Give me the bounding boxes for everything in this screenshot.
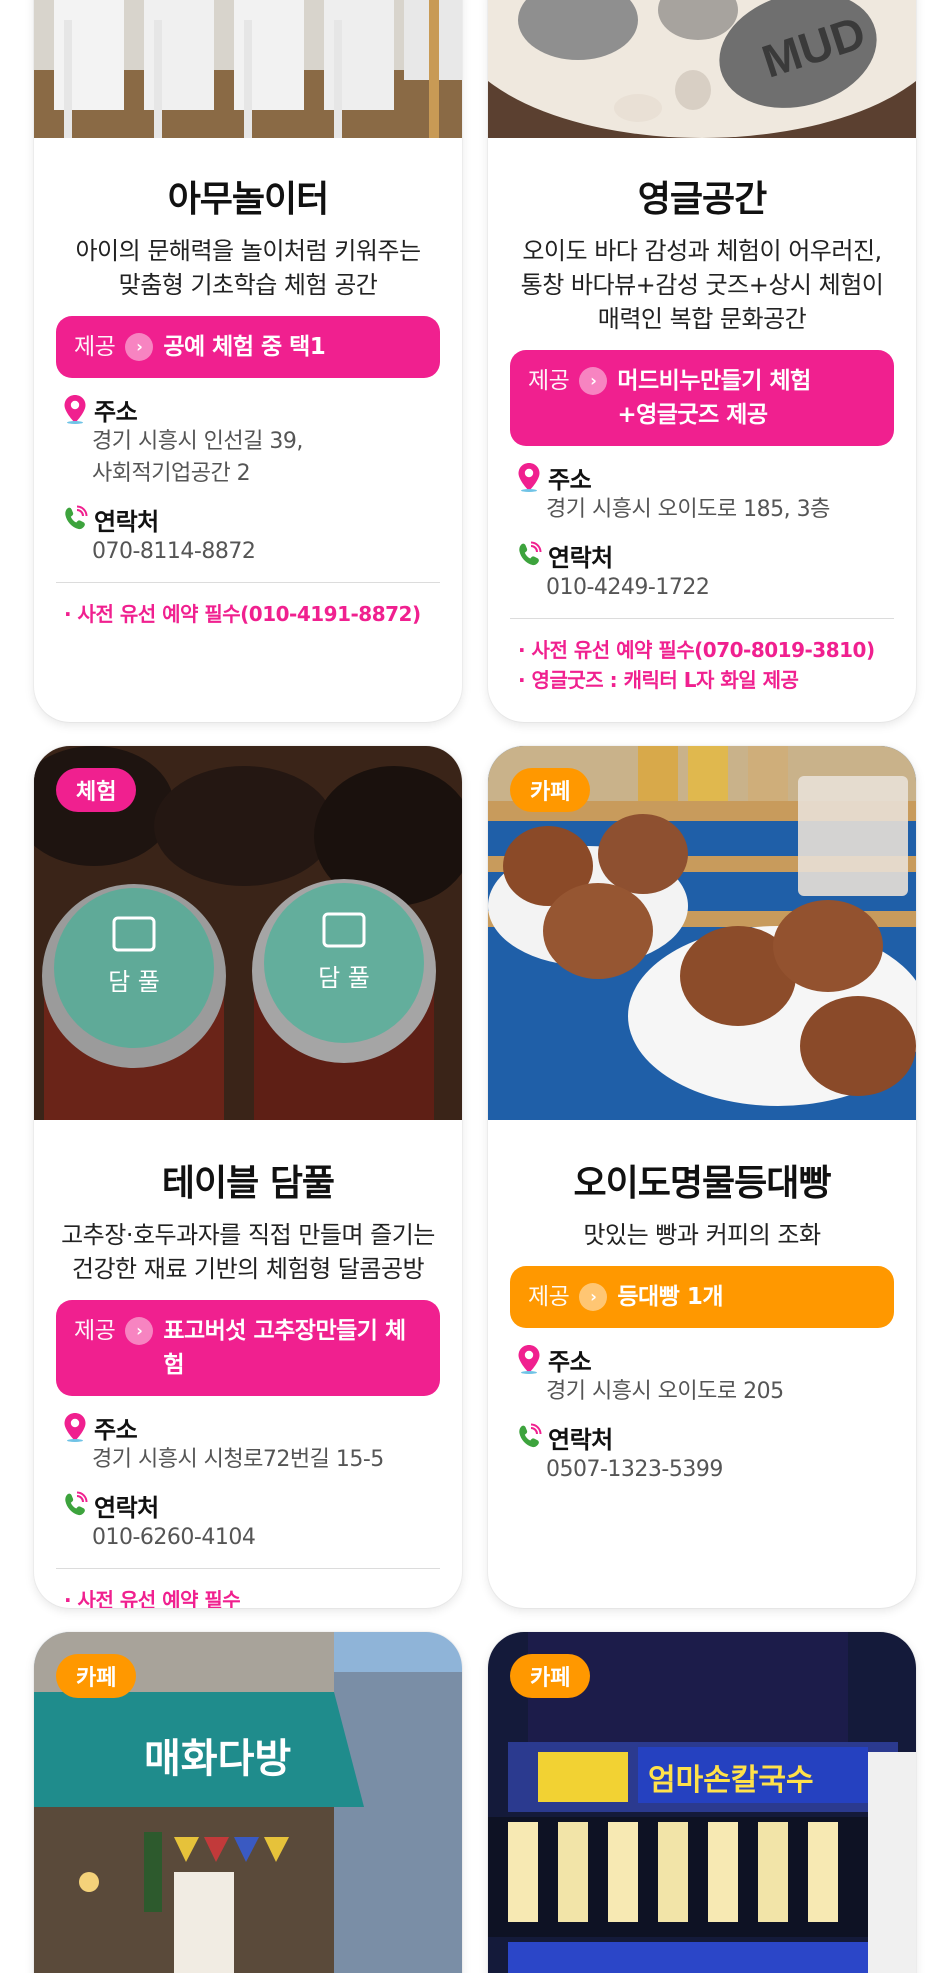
phone-icon bbox=[519, 1423, 542, 1448]
offer-label: 제공 bbox=[74, 334, 116, 360]
notes: · 사전 유선 예약 필수(070-8019-3810) · 영글굿즈 : 캐릭… bbox=[518, 638, 875, 692]
image-caption: 매화다방 bbox=[144, 1736, 291, 1782]
offer-banner: 제공 › 머드비누만들기 체험 +영글굿즈 제공 bbox=[510, 350, 894, 446]
place-description: 맛있는 빵과 커피의 조화 bbox=[583, 1221, 821, 1249]
contact-label: 연락처 bbox=[94, 1493, 159, 1522]
location-pin-icon bbox=[518, 1345, 540, 1374]
place-info: 주소 경기 시흥시 오이도로 205 연락처 0507-1323-5399 bbox=[516, 1342, 888, 1486]
divider bbox=[510, 618, 894, 619]
address-label: 주소 bbox=[548, 1347, 592, 1376]
phone-icon bbox=[65, 505, 88, 530]
address-label: 주소 bbox=[94, 397, 138, 426]
offer-text: 표고버섯 고추장만들기 체험 bbox=[163, 1318, 406, 1378]
place-description: 오이도 바다 감성과 체험이 어우러진, 통창 바다뷰+감성 굿즈+상시 체험이… bbox=[520, 237, 884, 333]
divider bbox=[56, 1568, 440, 1569]
phone-icon bbox=[65, 1491, 88, 1516]
image-caption: 담 풀 bbox=[318, 964, 370, 992]
offer-banner: 제공 › 표고버섯 고추장만들기 체험 bbox=[56, 1300, 440, 1396]
place-info: 주소 경기 시흥시 인선길 39, 사회적기업공간 2 연락처 070-8114… bbox=[62, 392, 434, 568]
place-card-deungdaeppang[interactable]: 카페 오이도명물등대빵 맛있는 빵과 커피의 조화 제공 › 등대빵 1개 주소… bbox=[488, 746, 916, 1608]
place-card-maehwadabang[interactable]: 매화다방 카페 bbox=[34, 1632, 462, 1973]
chevron-right-icon: › bbox=[125, 333, 154, 361]
category-badge: 카페 bbox=[510, 1654, 591, 1698]
place-title: 아무놀이터 bbox=[167, 179, 330, 220]
place-photo bbox=[34, 0, 462, 138]
place-photo: MUD bbox=[488, 0, 916, 138]
offer-banner: 제공 › 등대빵 1개 bbox=[510, 1266, 894, 1328]
location-pin-icon bbox=[518, 463, 540, 492]
address-value: 경기 시흥시 인선길 39, 사회적기업공간 2 bbox=[92, 429, 303, 486]
contact-label: 연락처 bbox=[548, 1425, 613, 1454]
notes: · 사전 유선 예약 필수(010-4191-8872) bbox=[64, 602, 421, 626]
place-card-kalguksu[interactable]: 엄마손칼국수 카페 bbox=[488, 1632, 916, 1973]
contact-value[interactable]: 0507-1323-5399 bbox=[516, 1454, 888, 1486]
offer-label: 제공 bbox=[528, 368, 570, 394]
place-description: 아이의 문해력을 놀이처럼 키워주는 맞춤형 기초학습 체험 공간 bbox=[75, 237, 421, 299]
contact-value[interactable]: 010-4249-1722 bbox=[516, 572, 888, 604]
offer-banner: 제공 › 공예 체험 중 택1 bbox=[56, 316, 440, 378]
offer-label: 제공 bbox=[528, 1284, 570, 1310]
place-title: 오이도명물등대빵 bbox=[573, 1163, 832, 1204]
place-card-yeonggeul[interactable]: MUD 영글공간 오이도 바다 감성과 체험이 어우러진, 통창 바다뷰+감성 … bbox=[488, 0, 916, 722]
location-pin-icon bbox=[64, 1413, 86, 1442]
contact-label: 연락처 bbox=[94, 507, 159, 536]
contact-label: 연락처 bbox=[548, 543, 613, 572]
category-badge: 카페 bbox=[56, 1654, 137, 1698]
place-card-amu[interactable]: 아무놀이터 아이의 문해력을 놀이처럼 키워주는 맞춤형 기초학습 체험 공간 … bbox=[34, 0, 462, 722]
place-title: 영글공간 bbox=[637, 179, 767, 220]
address-value: 경기 시흥시 오이도로 185, 3층 bbox=[546, 497, 830, 522]
offer-label: 제공 bbox=[74, 1318, 116, 1344]
address-value: 경기 시흥시 오이도로 205 bbox=[546, 1379, 784, 1404]
chevron-right-icon: › bbox=[579, 367, 608, 395]
offer-text: 공예 체험 중 택1 bbox=[163, 334, 326, 360]
contact-value[interactable]: 070-8114-8872 bbox=[62, 536, 434, 568]
place-title: 테이블 담풀 bbox=[161, 1163, 335, 1204]
image-caption: 엄마손칼국수 bbox=[648, 1763, 814, 1798]
category-badge: 카페 bbox=[510, 768, 591, 812]
phone-icon bbox=[519, 541, 542, 566]
place-description: 고추장·호두과자를 직접 만들며 즐기는 건강한 재료 기반의 체험형 달콤공방 bbox=[61, 1221, 435, 1283]
chevron-right-icon: › bbox=[125, 1317, 154, 1345]
offer-text: 머드비누만들기 체험 +영글굿즈 제공 bbox=[617, 368, 811, 428]
divider bbox=[56, 582, 440, 583]
address-label: 주소 bbox=[94, 1415, 138, 1444]
place-info: 주소 경기 시흥시 시청로72번길 15-5 연락처 010-6260-4104 bbox=[62, 1410, 434, 1554]
category-badge: 체험 bbox=[56, 768, 137, 812]
image-caption: 담 풀 bbox=[108, 968, 160, 996]
chevron-right-icon: › bbox=[579, 1283, 608, 1311]
notes: · 사전 유선 예약 필수 bbox=[64, 1588, 241, 1608]
address-value: 경기 시흥시 시청로72번길 15-5 bbox=[92, 1447, 384, 1472]
offer-text: 등대빵 1개 bbox=[617, 1284, 723, 1310]
address-label: 주소 bbox=[548, 465, 592, 494]
location-pin-icon bbox=[64, 395, 86, 424]
place-info: 주소 경기 시흥시 오이도로 185, 3층 연락처 010-4249-1722 bbox=[516, 460, 888, 604]
contact-value[interactable]: 010-6260-4104 bbox=[62, 1522, 434, 1554]
place-card-dampul[interactable]: 담 풀 담 풀 체험 테이블 담풀 고추장·호두과자를 직접 만들며 즐기는 건… bbox=[34, 746, 462, 1608]
